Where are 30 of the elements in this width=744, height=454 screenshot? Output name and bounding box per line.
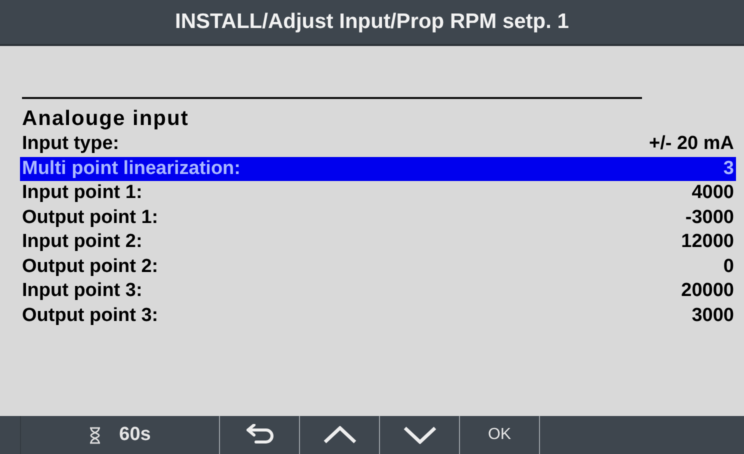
chevron-down-icon xyxy=(402,426,436,444)
setting-value: 0 xyxy=(723,254,734,278)
setting-row[interactable]: Input point 3: 20000 xyxy=(20,279,736,304)
setting-row[interactable]: Input type: +/- 20 mA xyxy=(20,132,736,156)
setting-row[interactable]: Output point 2: 0 xyxy=(20,254,736,279)
chevron-up-icon xyxy=(322,426,356,444)
window-title: INSTALL/Adjust Input/Prop RPM setp. 1 xyxy=(175,10,569,34)
setting-row[interactable]: Input point 2: 12000 xyxy=(20,230,736,254)
setting-value: 3 xyxy=(723,156,734,180)
setting-label: Input type: xyxy=(22,132,120,156)
setting-label: Input point 3: xyxy=(22,279,142,303)
setting-label: Input point 1: xyxy=(22,181,142,205)
setting-label: Input point 2: xyxy=(22,230,142,254)
hourglass-icon xyxy=(89,426,102,444)
setting-value: 20000 xyxy=(681,279,734,303)
section-heading: Analouge input xyxy=(22,106,190,132)
setting-row[interactable]: Input point 1: 4000 xyxy=(20,181,736,206)
setting-value: +/- 20 mA xyxy=(648,132,734,156)
setting-row[interactable]: Output point 3: 3000 xyxy=(20,304,736,328)
return-arrow-icon xyxy=(244,424,276,446)
setting-row[interactable]: Output point 1: -3000 xyxy=(20,206,736,230)
setting-value: -3000 xyxy=(685,206,734,230)
setting-value: 4000 xyxy=(692,181,734,205)
setting-row[interactable]: Multi point linearization: 3 xyxy=(20,156,736,181)
setting-label: Output point 3: xyxy=(22,304,158,328)
setting-label: Output point 2: xyxy=(22,254,158,278)
setting-value: 3000 xyxy=(692,304,734,328)
setting-label: Output point 1: xyxy=(22,206,158,230)
setting-value: 12000 xyxy=(681,230,734,254)
setting-label: Multi point linearization: xyxy=(22,156,240,180)
